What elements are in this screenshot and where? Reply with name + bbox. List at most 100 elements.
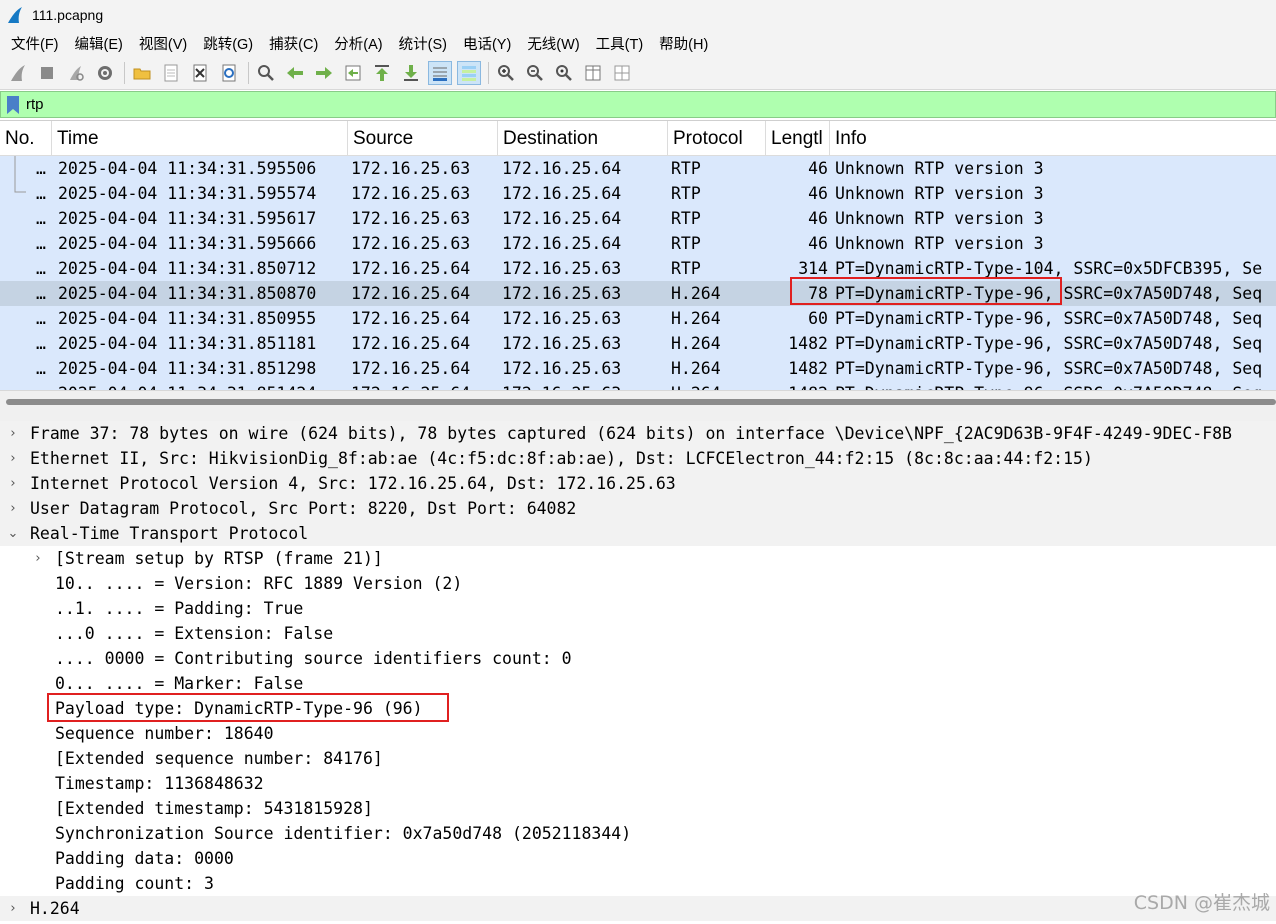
bookmark-icon[interactable] [6, 95, 20, 115]
chevron-right-icon[interactable]: › [6, 471, 20, 496]
first-packet-icon[interactable] [370, 61, 394, 85]
packet-length: 46 [808, 209, 828, 228]
menu-item[interactable]: 编辑(E) [68, 33, 130, 54]
chevron-right-icon[interactable]: › [31, 546, 45, 571]
close-file-icon[interactable] [188, 61, 212, 85]
resize-columns-icon[interactable] [581, 61, 605, 85]
autoscroll-icon[interactable] [428, 60, 452, 85]
display-filter-input[interactable] [26, 96, 1226, 113]
column-header-time[interactable]: Time [52, 121, 348, 156]
detail-row[interactable]: › Ethernet II, Src: HikvisionDig_8f:ab:ae… [0, 446, 1276, 471]
detail-row[interactable]: › H.264 [0, 896, 1276, 921]
chevron-right-icon[interactable]: › [6, 496, 20, 521]
chevron-right-icon[interactable]: › [6, 446, 20, 471]
menu-item[interactable]: 捕获(C) [262, 33, 325, 54]
detail-row[interactable]: Synchronization Source identifier: 0x7a5… [0, 821, 1276, 846]
packet-row[interactable]: … 2025-04-04 11:34:31.851424 172.16.25.64 1… [0, 381, 1276, 390]
detail-row[interactable]: › [Stream setup by RTSP (frame 21)] [0, 546, 1276, 571]
chevron-right-icon[interactable]: › [6, 421, 20, 446]
detail-row[interactable]: ⌄ Real-Time Transport Protocol [0, 521, 1276, 546]
zoom-reset-icon[interactable] [552, 61, 576, 85]
layout-icon[interactable] [610, 61, 634, 85]
detail-row[interactable]: ..1. .... = Padding: True [0, 596, 1276, 621]
find-icon[interactable] [254, 61, 278, 85]
detail-text: User Datagram Protocol, Src Port: 8220, … [30, 499, 577, 518]
packet-row[interactable]: … 2025-04-04 11:34:31.595666 172.16.25.63 1… [0, 231, 1276, 256]
packet-time: 2025-04-04 11:34:31.595506 [58, 159, 317, 178]
chevron-right-icon[interactable]: › [6, 896, 20, 921]
go-back-icon[interactable] [283, 61, 307, 85]
stop-icon[interactable] [35, 61, 59, 85]
options-gear-icon[interactable] [93, 61, 117, 85]
detail-row[interactable]: › User Datagram Protocol, Src Port: 8220,… [0, 496, 1276, 521]
chevron-down-icon[interactable]: ⌄ [6, 521, 20, 546]
column-header-protocol[interactable]: Protocol [668, 121, 766, 156]
detail-row[interactable]: › Internet Protocol Version 4, Src: 172.1… [0, 471, 1276, 496]
menu-item[interactable]: 工具(T) [589, 33, 651, 54]
menu-item[interactable]: 视图(V) [132, 33, 194, 54]
menu-item[interactable]: 分析(A) [327, 33, 389, 54]
detail-row[interactable]: 10.. .... = Version: RFC 1889 Version (2… [0, 571, 1276, 596]
column-header-source[interactable]: Source [348, 121, 498, 156]
packet-info: PT=DynamicRTP-Type-96, SSRC=0x7A50D748, … [835, 334, 1263, 353]
save-file-icon[interactable] [159, 61, 183, 85]
zoom-out-icon[interactable] [523, 61, 547, 85]
detail-text: Frame 37: 78 bytes on wire (624 bits), 7… [30, 424, 1232, 443]
packet-destination: 172.16.25.64 [502, 184, 622, 203]
packet-protocol: RTP [671, 234, 701, 253]
reload-icon[interactable] [217, 61, 241, 85]
scrollbar-thumb[interactable] [6, 399, 1276, 405]
packet-info: Unknown RTP version 3 [835, 184, 1044, 203]
detail-row[interactable]: [Extended timestamp: 5431815928] [0, 796, 1276, 821]
packet-info: Unknown RTP version 3 [835, 234, 1044, 253]
column-header-destination[interactable]: Destination [498, 121, 668, 156]
menu-item[interactable]: 跳转(G) [196, 33, 260, 54]
colorize-icon[interactable] [457, 60, 481, 85]
menu-item[interactable]: 统计(S) [392, 33, 454, 54]
menu-item[interactable]: 文件(F) [4, 33, 66, 54]
column-header-info[interactable]: Info [830, 121, 1276, 156]
packet-destination: 172.16.25.64 [502, 159, 622, 178]
packet-info: PT=DynamicRTP-Type-96, SSRC=0x7A50D748, … [835, 359, 1263, 378]
menu-item[interactable]: 无线(W) [520, 33, 586, 54]
menu-item[interactable]: 帮助(H) [652, 33, 715, 54]
column-header-length[interactable]: Lengtl [766, 121, 830, 156]
shark-fin-start-icon[interactable] [6, 61, 30, 85]
packet-protocol: RTP [671, 259, 701, 278]
detail-row[interactable]: .... 0000 = Contributing source identifi… [0, 646, 1276, 671]
packet-source: 172.16.25.64 [351, 359, 471, 378]
packet-row[interactable]: … 2025-04-04 11:34:31.850870 172.16.25.64 1… [0, 281, 1276, 306]
detail-row[interactable]: Padding count: 3 [0, 871, 1276, 896]
detail-row[interactable]: [Extended sequence number: 84176] [0, 746, 1276, 771]
detail-row[interactable]: ...0 .... = Extension: False [0, 621, 1276, 646]
zoom-in-icon[interactable] [494, 61, 518, 85]
detail-text: Timestamp: 1136848632 [55, 774, 264, 793]
open-folder-icon[interactable] [130, 61, 154, 85]
packet-time: 2025-04-04 11:34:31.595666 [58, 234, 317, 253]
packet-row[interactable]: … 2025-04-04 11:34:31.850955 172.16.25.64 1… [0, 306, 1276, 331]
detail-row[interactable]: Timestamp: 1136848632 [0, 771, 1276, 796]
packet-row[interactable]: … 2025-04-04 11:34:31.595617 172.16.25.63 1… [0, 206, 1276, 231]
go-forward-icon[interactable] [312, 61, 336, 85]
packet-row[interactable]: … 2025-04-04 11:34:31.851298 172.16.25.64 1… [0, 356, 1276, 381]
packet-destination: 172.16.25.63 [502, 334, 622, 353]
column-header-no[interactable]: No. [0, 121, 52, 156]
packet-row[interactable]: … 2025-04-04 11:34:31.850712 172.16.25.64 1… [0, 256, 1276, 281]
packet-row[interactable]: … 2025-04-04 11:34:31.595574 172.16.25.63 1… [0, 181, 1276, 206]
detail-row[interactable]: Sequence number: 18640 [0, 721, 1276, 746]
packet-list-horizontal-scrollbar[interactable] [0, 390, 1276, 412]
packet-source: 172.16.25.64 [351, 334, 471, 353]
packet-protocol: H.264 [671, 309, 721, 328]
packet-row[interactable]: … 2025-04-04 11:34:31.851181 172.16.25.64 1… [0, 331, 1276, 356]
go-to-packet-icon[interactable] [341, 61, 365, 85]
menu-item[interactable]: 电话(Y) [456, 33, 518, 54]
window-title: 111.pcapng [32, 7, 104, 23]
packet-time: 2025-04-04 11:34:31.851298 [58, 359, 317, 378]
last-packet-icon[interactable] [399, 61, 423, 85]
detail-row[interactable]: › Frame 37: 78 bytes on wire (624 bits), … [0, 421, 1276, 446]
packet-time: 2025-04-04 11:34:31.850870 [58, 284, 317, 303]
packet-time: 2025-04-04 11:34:31.851181 [58, 334, 317, 353]
packet-row[interactable]: … 2025-04-04 11:34:31.595506 172.16.25.63 1… [0, 156, 1276, 181]
detail-row[interactable]: Padding data: 0000 [0, 846, 1276, 871]
restart-icon[interactable] [64, 61, 88, 85]
